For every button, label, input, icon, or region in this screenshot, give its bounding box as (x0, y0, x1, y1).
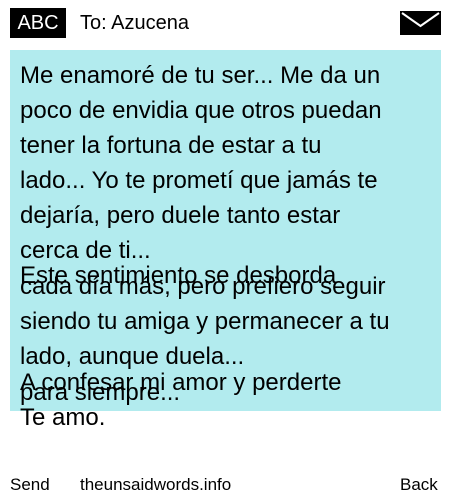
message-line: lado... Yo te prometí que jamás te (20, 167, 378, 194)
message-line: dejaría, pero duele tanto estar (20, 202, 341, 229)
back-softkey[interactable]: Back (400, 474, 438, 496)
message-line: siendo tu amiga y permanecer a tu (20, 308, 390, 335)
send-softkey[interactable]: Send (10, 474, 50, 496)
message-line: Me enamoré de tu ser... Me da un (20, 62, 381, 89)
message-line: poco de envidia que otros puedan (20, 97, 382, 124)
recipient-field[interactable]: To: Azucena (80, 10, 189, 36)
message-line: Te amo. (20, 404, 106, 431)
message-line: para siempre... (20, 379, 181, 406)
envelope-icon (400, 11, 441, 35)
message-line: cada día más, pero prefiero seguir (20, 273, 386, 300)
softkey-bar: Send theunsaidwords.info Back (0, 470, 450, 500)
message-line: lado, aunque duela... (20, 343, 245, 370)
message-line: cerca de ti... (20, 237, 151, 264)
header-bar: ABC To: Azucena (0, 0, 450, 44)
site-label: theunsaidwords.info (80, 475, 232, 494)
message-line: tener la fortuna de estar a tu (20, 132, 322, 159)
input-mode-badge[interactable]: ABC (10, 8, 66, 38)
sms-compose-screen: ABC To: Azucena Me enamoré de tu ser... … (0, 0, 450, 500)
